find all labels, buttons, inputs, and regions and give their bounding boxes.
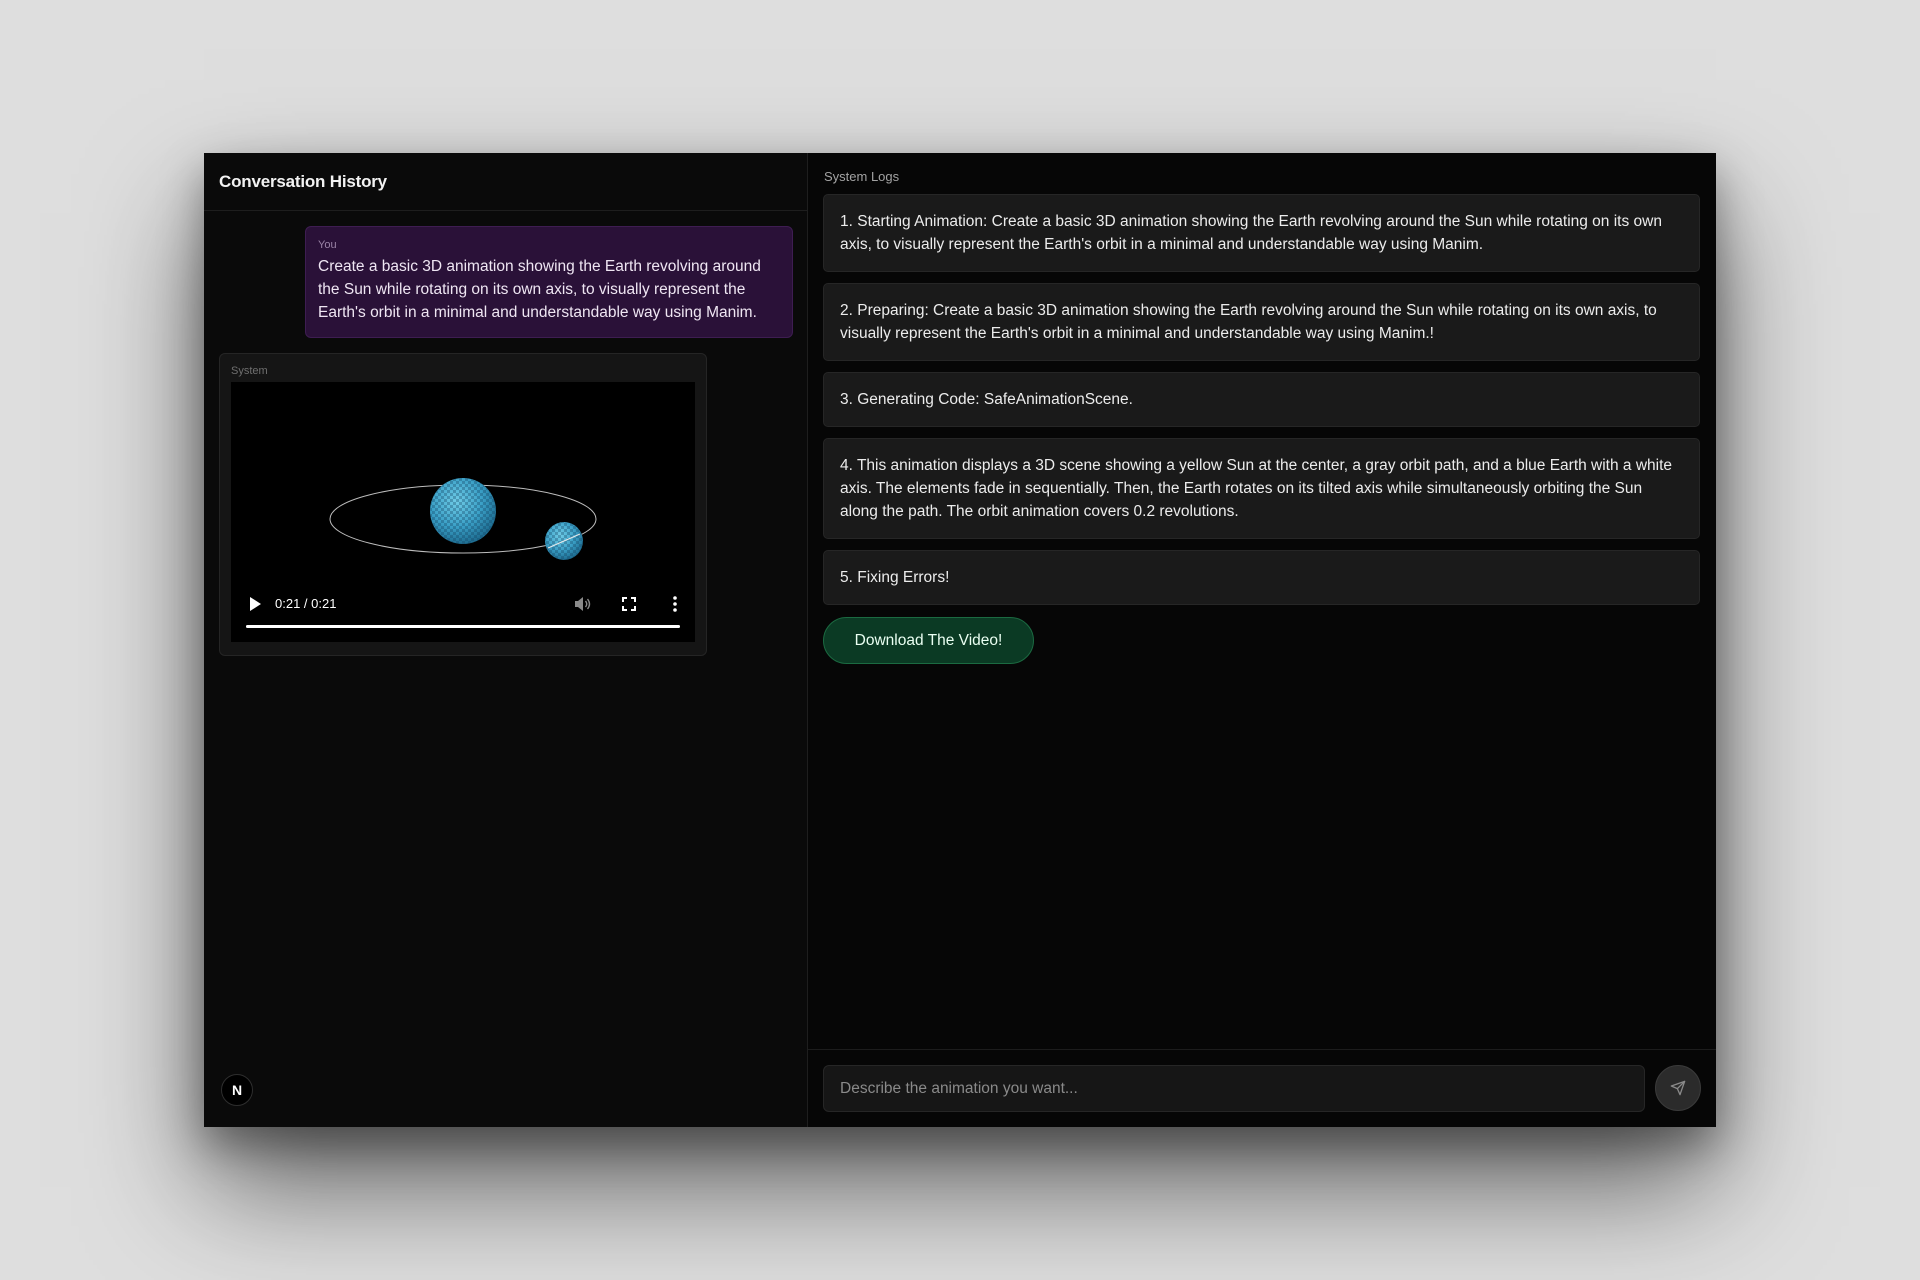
log-entry: 4. This animation displays a 3D scene sh…: [823, 438, 1700, 539]
send-icon: [1670, 1080, 1686, 1096]
more-options-icon[interactable]: [663, 592, 687, 616]
log-entry: 2. Preparing: Create a basic 3D animatio…: [823, 283, 1700, 361]
video-progress-fill: [246, 625, 680, 628]
system-logs-panel: System Logs 1. Starting Animation: Creat…: [808, 153, 1716, 1127]
log-entry: 3. Generating Code: SafeAnimationScene.: [823, 372, 1700, 427]
video-player[interactable]: 0:21 / 0:21: [231, 382, 695, 642]
video-time: 0:21 / 0:21: [275, 596, 337, 611]
system-logs-title: System Logs: [824, 169, 900, 184]
earth-sphere: [545, 522, 583, 560]
sun-sphere: [430, 478, 496, 544]
prompt-input[interactable]: [823, 1065, 1645, 1112]
conversation-header: Conversation History: [204, 153, 807, 211]
app-window: Conversation History You Create a basic …: [204, 153, 1716, 1127]
play-icon[interactable]: [243, 592, 267, 616]
fullscreen-icon[interactable]: [617, 592, 641, 616]
log-entry: 1. Starting Animation: Create a basic 3D…: [823, 194, 1700, 272]
video-progress-bar[interactable]: [246, 625, 680, 628]
app-logo[interactable]: N: [221, 1074, 253, 1106]
video-controls: 0:21 / 0:21: [231, 580, 695, 642]
conversation-panel: Conversation History You Create a basic …: [204, 153, 808, 1127]
prompt-bar: [808, 1049, 1716, 1127]
user-message: You Create a basic 3D animation showing …: [305, 226, 793, 338]
conversation-title: Conversation History: [219, 171, 387, 191]
system-message: System 0:21 / 0:21: [219, 353, 707, 656]
volume-icon[interactable]: [571, 592, 595, 616]
log-entry: 5. Fixing Errors!: [823, 550, 1700, 605]
send-button[interactable]: [1655, 1065, 1701, 1111]
user-message-label: You: [318, 239, 337, 251]
user-message-text: Create a basic 3D animation showing the …: [318, 258, 761, 321]
download-video-button[interactable]: Download The Video!: [823, 617, 1034, 664]
system-message-label: System: [231, 365, 268, 377]
